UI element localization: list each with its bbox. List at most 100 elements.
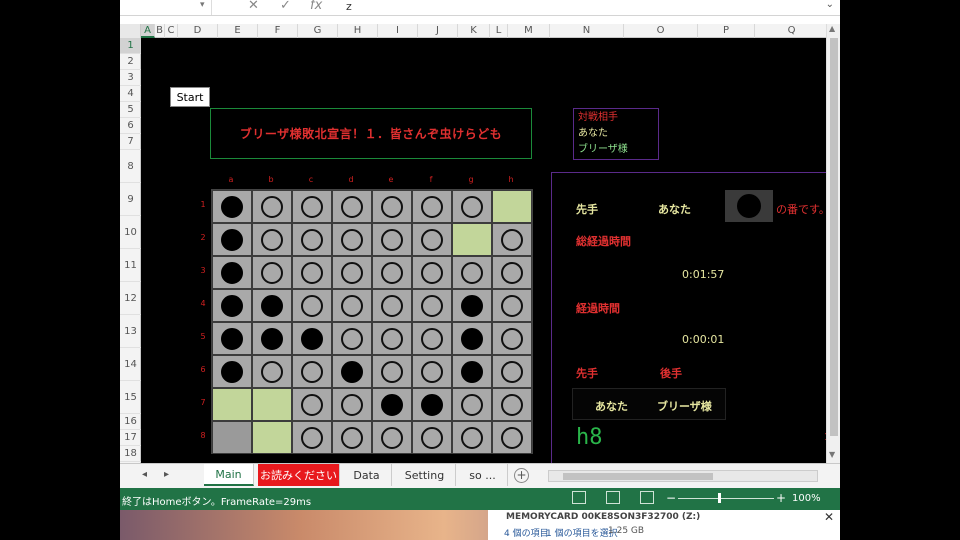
row-header-16[interactable]: 16 — [120, 414, 141, 430]
board-cell-b8[interactable] — [252, 421, 292, 454]
board-cell-c6[interactable] — [292, 355, 332, 388]
board-cell-c5[interactable] — [292, 322, 332, 355]
board-cell-f4[interactable] — [412, 289, 452, 322]
start-button[interactable]: Start — [170, 87, 210, 107]
zoom-slider-knob[interactable] — [718, 493, 721, 503]
board-cell-h7[interactable] — [492, 388, 532, 421]
board-cell-f6[interactable] — [412, 355, 452, 388]
tab-more[interactable]: so ... — [458, 464, 508, 486]
column-header-g[interactable]: G — [298, 24, 338, 38]
board-cell-b4[interactable] — [252, 289, 292, 322]
board-cell-e5[interactable] — [372, 322, 412, 355]
formula-input[interactable]: z — [346, 0, 352, 13]
board-cell-a6[interactable] — [212, 355, 252, 388]
column-header-j[interactable]: J — [418, 24, 458, 38]
row-header-9[interactable]: 9 — [120, 183, 141, 216]
board-cell-h1[interactable] — [492, 190, 532, 223]
board-cell-h4[interactable] — [492, 289, 532, 322]
board-cell-d8[interactable] — [332, 421, 372, 454]
column-header-k[interactable]: K — [458, 24, 490, 38]
board-cell-a5[interactable] — [212, 322, 252, 355]
vertical-scroll-thumb[interactable] — [830, 38, 838, 436]
zoom-in-icon[interactable]: + — [776, 491, 786, 505]
board-cell-e3[interactable] — [372, 256, 412, 289]
board-cell-f8[interactable] — [412, 421, 452, 454]
column-header-d[interactable]: D — [178, 24, 218, 38]
board-cell-g7[interactable] — [452, 388, 492, 421]
board-cell-b1[interactable] — [252, 190, 292, 223]
zoom-level[interactable]: 100% — [792, 493, 821, 504]
board-cell-h8[interactable] — [492, 421, 532, 454]
board-cell-d7[interactable] — [332, 388, 372, 421]
board-cell-c7[interactable] — [292, 388, 332, 421]
normal-view-icon[interactable] — [572, 491, 586, 504]
board-cell-a1[interactable] — [212, 190, 252, 223]
board-cell-g2[interactable] — [452, 223, 492, 256]
row-header-13[interactable]: 13 — [120, 315, 141, 348]
board-cell-d6[interactable] — [332, 355, 372, 388]
board-cell-d3[interactable] — [332, 256, 372, 289]
column-header-e[interactable]: E — [218, 24, 258, 38]
board-cell-b6[interactable] — [252, 355, 292, 388]
column-header-c[interactable]: C — [165, 24, 178, 38]
board-cell-a2[interactable] — [212, 223, 252, 256]
add-sheet-icon[interactable]: + — [514, 468, 529, 483]
board-cell-c2[interactable] — [292, 223, 332, 256]
board-cell-e1[interactable] — [372, 190, 412, 223]
close-icon[interactable]: ✕ — [824, 510, 834, 524]
board-cell-d5[interactable] — [332, 322, 372, 355]
row-header-10[interactable]: 10 — [120, 216, 141, 249]
board-cell-d4[interactable] — [332, 289, 372, 322]
board-cell-a4[interactable] — [212, 289, 252, 322]
row-header-3[interactable]: 3 — [120, 70, 141, 86]
board-cell-f5[interactable] — [412, 322, 452, 355]
tab-main[interactable]: Main — [204, 464, 254, 486]
row-header-14[interactable]: 14 — [120, 348, 141, 381]
board-cell-g4[interactable] — [452, 289, 492, 322]
row-header-17[interactable]: 17 — [120, 430, 141, 446]
insert-function-icon[interactable]: fx — [310, 0, 322, 13]
column-header-i[interactable]: I — [378, 24, 418, 38]
board-cell-a7[interactable] — [212, 388, 252, 421]
board-cell-h6[interactable] — [492, 355, 532, 388]
tab-setting[interactable]: Setting — [394, 464, 456, 486]
row-header-2[interactable]: 2 — [120, 54, 141, 70]
board-cell-g6[interactable] — [452, 355, 492, 388]
row-header-1[interactable]: 1 — [120, 38, 141, 54]
board-cell-h3[interactable] — [492, 256, 532, 289]
vertical-scrollbar[interactable]: ▲ ▼ — [826, 24, 840, 463]
board-cell-f1[interactable] — [412, 190, 452, 223]
column-header-m[interactable]: M — [508, 24, 550, 38]
scroll-up-icon[interactable]: ▲ — [829, 24, 835, 33]
zoom-slider[interactable] — [678, 498, 774, 499]
column-header-o[interactable]: O — [624, 24, 698, 38]
board-cell-c8[interactable] — [292, 421, 332, 454]
column-header-a[interactable]: A — [141, 24, 155, 38]
board-cell-h2[interactable] — [492, 223, 532, 256]
column-header-f[interactable]: F — [258, 24, 298, 38]
column-header-n[interactable]: N — [550, 24, 624, 38]
column-header-b[interactable]: B — [155, 24, 165, 38]
othello-board[interactable] — [211, 189, 533, 454]
row-header-8[interactable]: 8 — [120, 150, 141, 183]
zoom-out-icon[interactable]: − — [666, 491, 676, 505]
board-cell-e4[interactable] — [372, 289, 412, 322]
tab-data[interactable]: Data — [342, 464, 392, 486]
board-cell-c3[interactable] — [292, 256, 332, 289]
board-cell-b5[interactable] — [252, 322, 292, 355]
page-break-icon[interactable] — [640, 491, 654, 504]
board-cell-g8[interactable] — [452, 421, 492, 454]
row-header-4[interactable]: 4 — [120, 86, 141, 102]
select-all-corner[interactable] — [120, 24, 141, 38]
scroll-down-icon[interactable]: ▼ — [829, 450, 835, 459]
board-cell-f3[interactable] — [412, 256, 452, 289]
column-header-p[interactable]: P — [698, 24, 755, 38]
row-header-7[interactable]: 7 — [120, 134, 141, 150]
name-box[interactable]: ▾ — [120, 0, 212, 15]
row-header-18[interactable]: 18 — [120, 446, 141, 462]
tab-readme[interactable]: お読みください — [258, 464, 340, 486]
board-cell-d1[interactable] — [332, 190, 372, 223]
board-cell-g1[interactable] — [452, 190, 492, 223]
row-header-15[interactable]: 15 — [120, 381, 141, 414]
chevron-down-icon[interactable]: ▾ — [200, 0, 205, 10]
